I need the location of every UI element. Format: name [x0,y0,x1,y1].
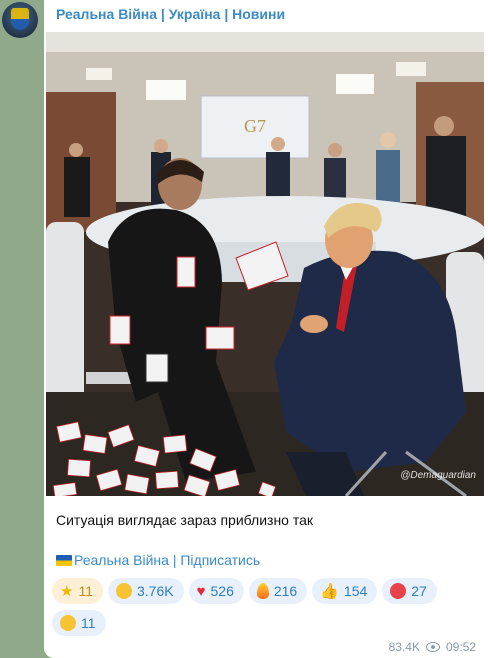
angry-face-icon [390,583,407,599]
post-caption: Ситуація виглядає зараз приблизно так [56,512,314,528]
reaction-fire[interactable]: 216 [248,578,308,604]
photo-illustration: G7 @Demaguardian [46,32,484,496]
grin-emoji-icon [116,583,132,599]
heart-icon: ♥ [196,582,206,600]
reaction-count: 526 [210,583,234,599]
reaction-count: 27 [411,583,427,599]
reaction-grin[interactable]: 3.76K [108,578,184,604]
view-count: 83.4K [388,640,420,654]
reaction-star[interactable]: ★ 11 [52,578,103,604]
reaction-crying[interactable]: 11 [52,610,106,636]
subscribe-link[interactable]: Реальна Війна | Підписатись [56,552,260,568]
reactions-row: ★ 11 3.76K ♥ 526 216 👍 154 27 [52,578,482,604]
star-icon: ★ [60,582,74,600]
message-time: 09:52 [445,640,476,654]
subscribe-link-text[interactable]: Реальна Війна | Підписатись [74,552,260,568]
crying-face-icon [60,615,76,631]
reaction-heart[interactable]: ♥ 526 [188,578,244,604]
channel-avatar[interactable] [2,2,38,38]
channel-name-link[interactable]: Реальна Війна | Україна | Новини [56,6,285,22]
thumbs-up-icon: 👍 [320,582,339,600]
reactions-row: 11 [52,610,482,636]
fire-icon [256,583,269,599]
reaction-count: 11 [81,615,96,631]
photo-watermark: @Demaguardian [400,470,476,481]
eye-icon [425,642,440,652]
reaction-count: 154 [343,583,368,599]
reaction-count: 216 [273,583,298,599]
reaction-thumbs-up[interactable]: 👍 154 [312,578,378,604]
message-bubble: Реальна Війна | Україна | Новини G7 @Dem… [44,0,488,658]
trident-emblem-icon [11,8,29,30]
reactions-bar: ★ 11 3.76K ♥ 526 216 👍 154 27 11 [52,578,482,642]
g7-screen-text: G7 [244,116,266,136]
reaction-count: 11 [78,583,93,599]
post-photo[interactable]: G7 @Demaguardian [46,32,484,496]
ukraine-flag-icon [56,554,72,566]
message-meta: 83.4K 09:52 [389,640,476,654]
reaction-count: 3.76K [137,583,174,599]
reaction-angry[interactable]: 27 [382,578,437,604]
